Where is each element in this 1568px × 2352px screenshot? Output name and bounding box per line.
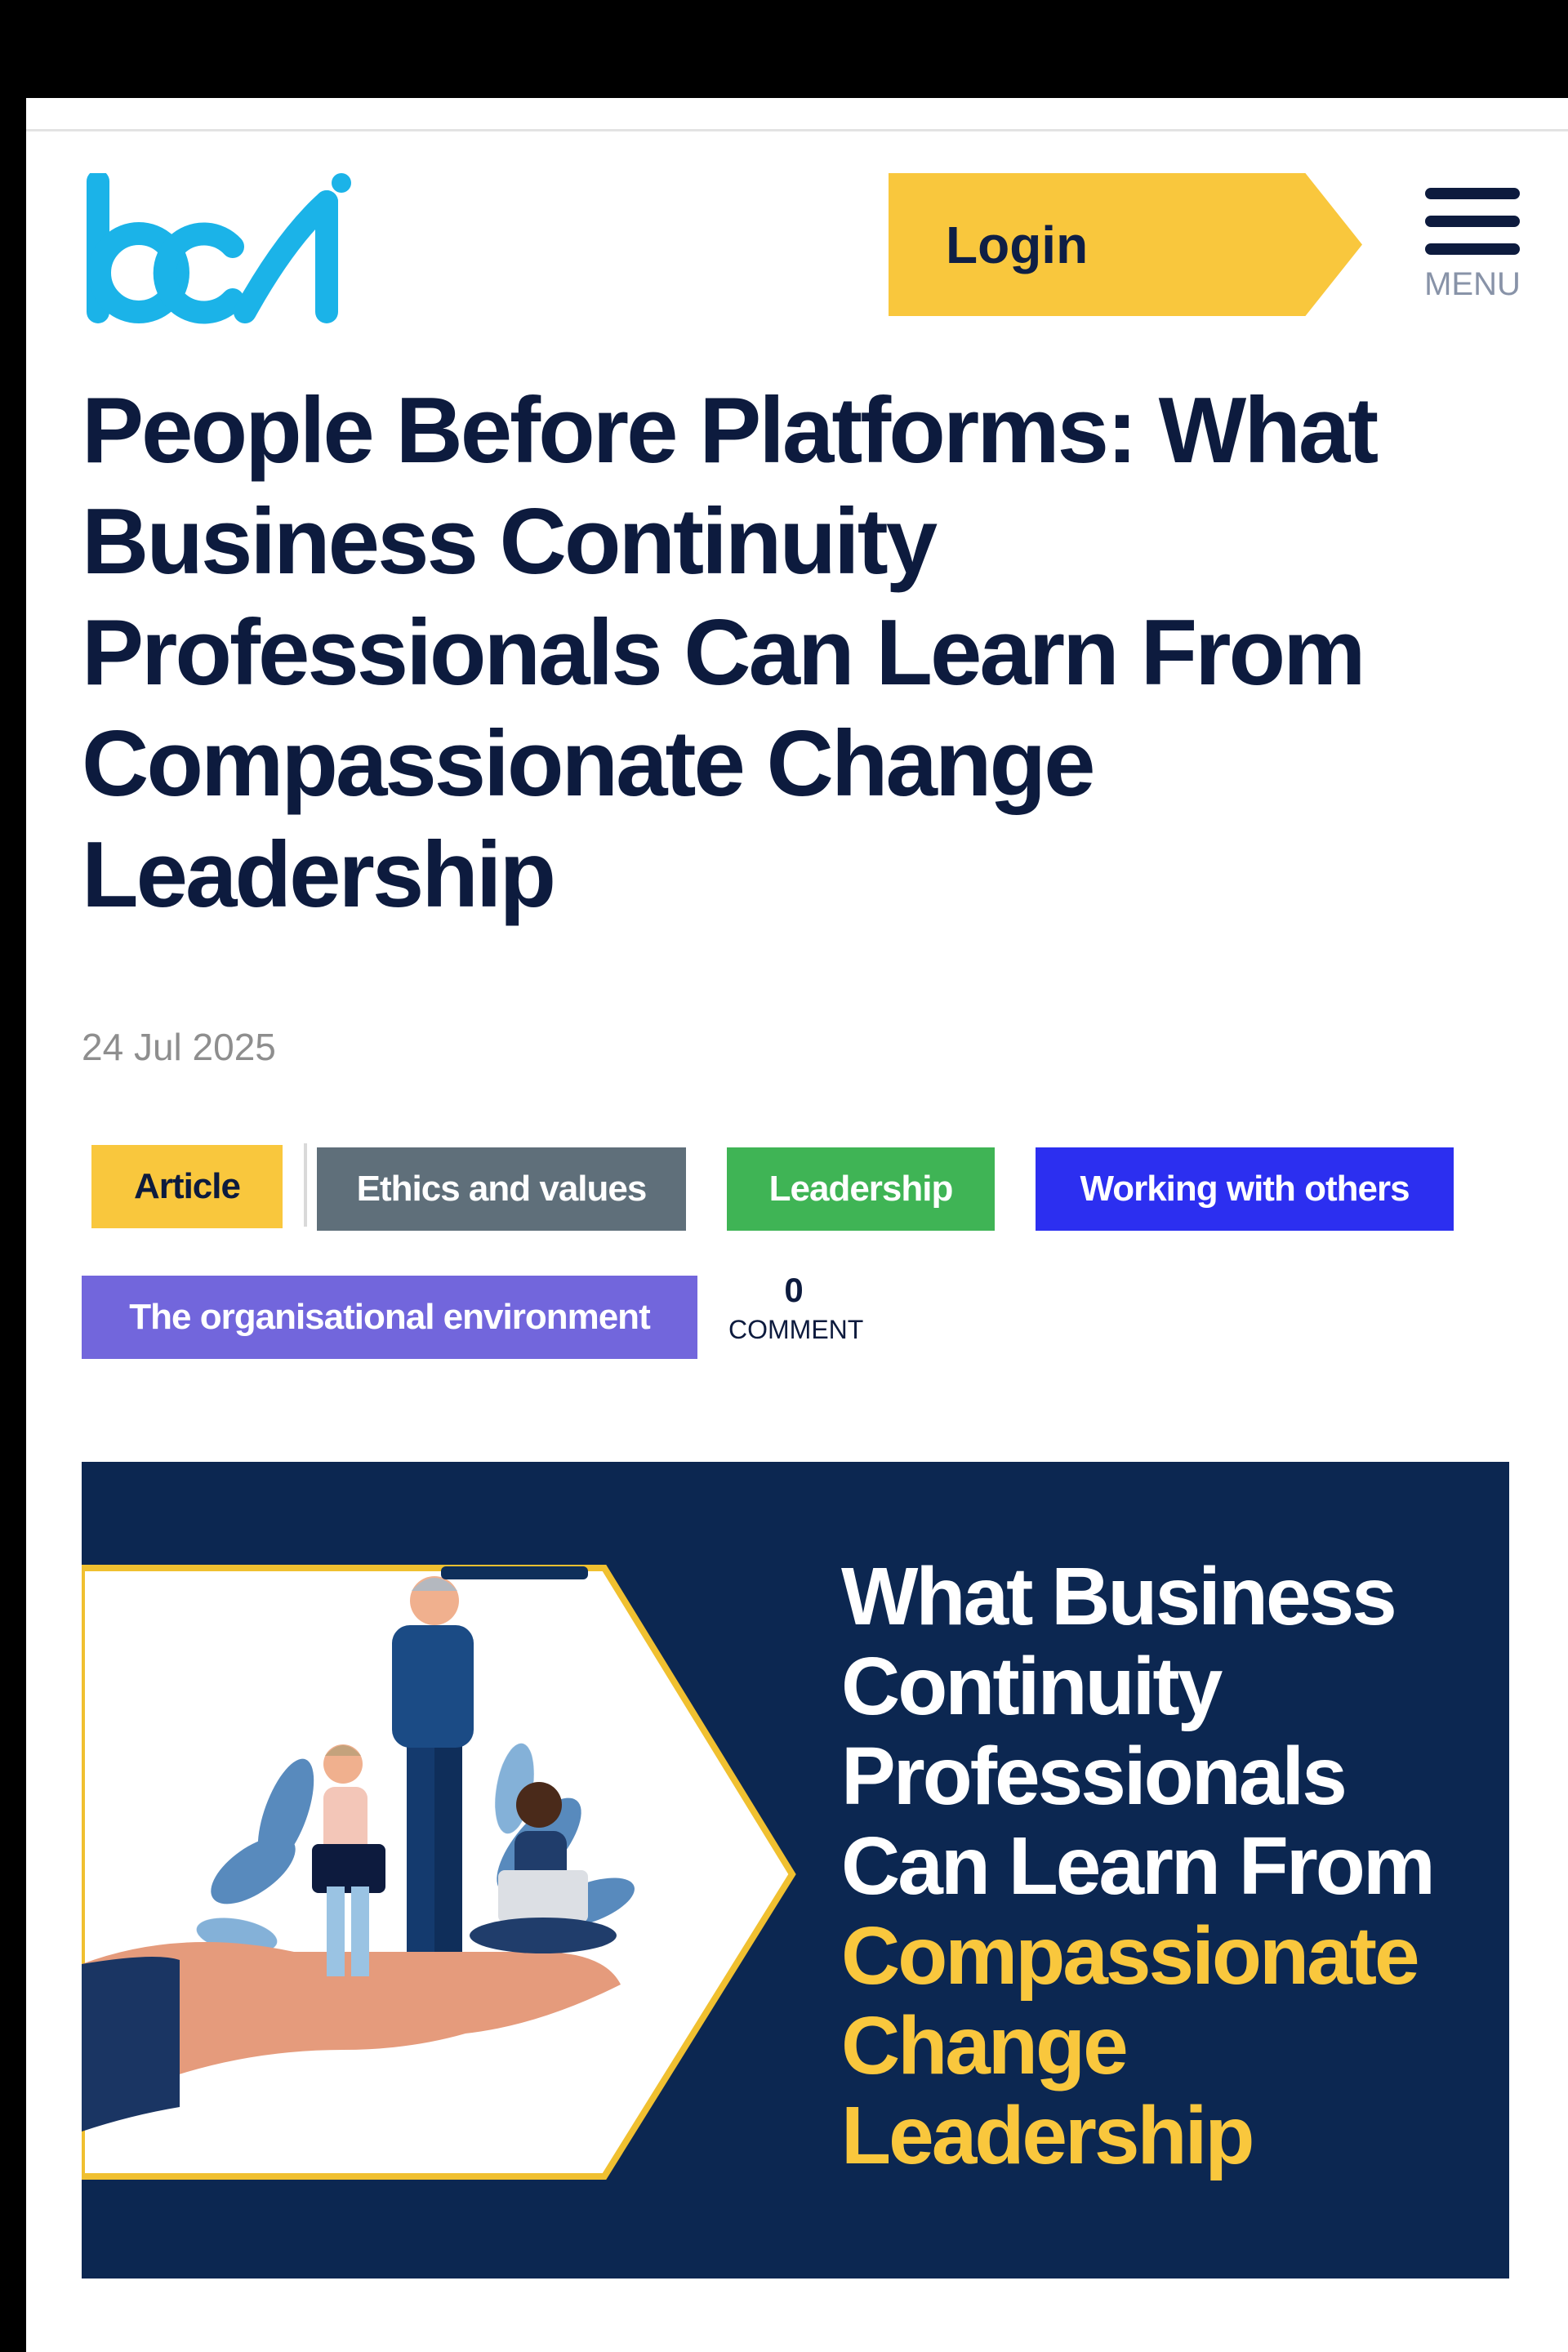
hero-headline: What Business Continuity Professionals C… <box>841 1552 1494 2180</box>
comment-count[interactable]: 0 <box>728 1271 859 1310</box>
hero-line: Continuity <box>841 1641 1223 1732</box>
tag-label: Ethics and values <box>356 1169 648 1209</box>
tag-ethics-and-values[interactable]: Ethics and values <box>317 1147 686 1231</box>
hero-line: Professionals <box>841 1731 1348 1822</box>
tag-leadership[interactable]: Leadership <box>727 1147 995 1231</box>
login-label: Login <box>946 215 1089 274</box>
menu-icon-bar <box>1425 243 1520 255</box>
tag-organisational-environment[interactable]: The organisational environment <box>82 1276 697 1359</box>
tag-article[interactable]: Article <box>91 1145 283 1228</box>
tag-label: Article <box>134 1166 241 1206</box>
hero-banner: What Business Continuity Professionals C… <box>82 1462 1509 2278</box>
menu-icon-bar <box>1425 188 1520 199</box>
bci-logo[interactable] <box>82 173 368 328</box>
top-divider <box>26 129 1568 131</box>
tag-label: Leadership <box>768 1169 954 1209</box>
hero-line-highlight: Leadership <box>841 2090 1255 2181</box>
menu-label: MENU <box>1424 266 1521 302</box>
hero-line: What Business <box>841 1551 1397 1642</box>
tag-label: The organisational environment <box>129 1297 650 1337</box>
tag-label: Working with others <box>1080 1169 1410 1209</box>
page: Login MENU People Before Platforms: What… <box>26 98 1568 2352</box>
article-title: People Before Platforms: What Business C… <box>82 379 1379 927</box>
article-date: 24 Jul 2025 <box>82 1026 276 1068</box>
menu-icon-bar <box>1425 216 1520 227</box>
hero-line-highlight: Compassionate <box>841 1910 1420 2002</box>
login-button[interactable]: Login <box>889 173 1362 316</box>
tag-divider <box>304 1143 307 1227</box>
comment-label[interactable]: COMMENT <box>728 1315 863 1345</box>
hero-line: Can Learn From <box>841 1820 1436 1912</box>
menu-button[interactable]: MENU <box>1411 188 1534 318</box>
hero-line-highlight: Change <box>841 2000 1129 2091</box>
tag-working-with-others[interactable]: Working with others <box>1036 1147 1454 1231</box>
